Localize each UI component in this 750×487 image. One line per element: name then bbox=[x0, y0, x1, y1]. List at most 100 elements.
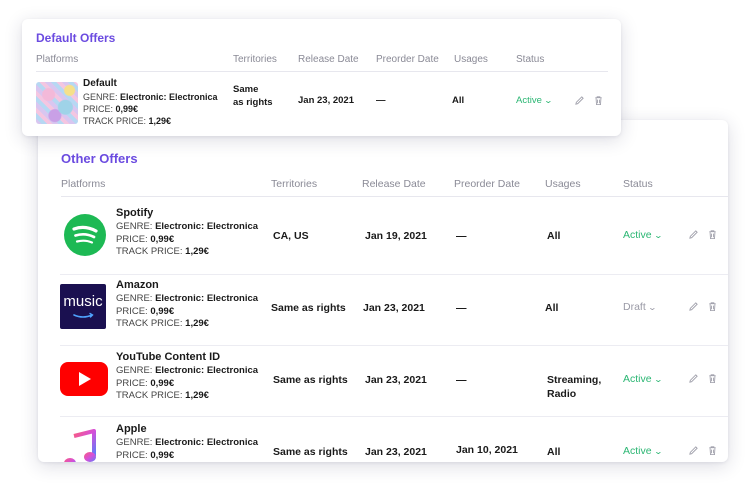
track-price-value: 1,29€ bbox=[185, 246, 209, 258]
trash-icon[interactable] bbox=[707, 373, 718, 384]
header-platforms: Platforms bbox=[61, 178, 106, 190]
chevron-down-icon: ⌄ bbox=[543, 96, 553, 105]
usages: All bbox=[547, 229, 560, 243]
usages: Streaming, Radio bbox=[547, 373, 601, 401]
trash-icon[interactable] bbox=[707, 229, 718, 240]
edit-icon[interactable] bbox=[688, 373, 699, 384]
apple-music-icon bbox=[64, 428, 100, 462]
header-status: Status bbox=[516, 54, 545, 65]
status-dropdown[interactable]: Active ⌄ bbox=[623, 445, 663, 457]
default-preorder-date: — bbox=[376, 95, 386, 106]
status-dropdown[interactable]: Draft ⌄ bbox=[623, 301, 657, 313]
default-usages: All bbox=[452, 95, 465, 106]
track-price-label: TRACK PRICE: bbox=[116, 318, 183, 330]
territories: CA, US bbox=[273, 230, 309, 242]
usages-line1: Streaming, bbox=[547, 374, 602, 386]
price-value: 0,99€ bbox=[150, 233, 175, 245]
genre-value: Electronic: Electronica bbox=[155, 364, 259, 376]
status-label: Active bbox=[623, 229, 652, 241]
row-actions bbox=[688, 445, 718, 456]
genre-label: GENRE: bbox=[116, 436, 153, 448]
price-value: 0,99€ bbox=[150, 305, 175, 317]
usages: All bbox=[545, 301, 558, 315]
release-artwork bbox=[36, 82, 78, 124]
territories: Same as rights bbox=[273, 446, 348, 458]
chevron-down-icon: ⌄ bbox=[647, 302, 657, 312]
price-label: PRICE: bbox=[116, 377, 148, 389]
genre-label: GENRE: bbox=[83, 91, 118, 102]
header-usages: Usages bbox=[454, 54, 488, 65]
header-release-date: Release Date bbox=[298, 54, 359, 65]
row-divider bbox=[60, 274, 728, 275]
default-offer-name: Default bbox=[83, 78, 117, 89]
price-label: PRICE: bbox=[83, 103, 114, 114]
genre-value: Electronic: Electronica bbox=[155, 436, 259, 448]
default-offer-details: Default GENRE: Electronic: Electronica P… bbox=[83, 77, 218, 127]
default-release-date: Jan 23, 2021 bbox=[298, 95, 354, 106]
preorder-date: — bbox=[456, 374, 467, 386]
price-value: 0,99€ bbox=[150, 449, 175, 461]
other-offers-card: Other Offers Platforms Territories Relea… bbox=[38, 120, 728, 462]
offer-details-spotify: Spotify GENRE: Electronic: Electronica P… bbox=[116, 206, 258, 259]
price-value: 0,99€ bbox=[115, 103, 139, 114]
release-date: Jan 19, 2021 bbox=[365, 230, 427, 242]
youtube-icon bbox=[60, 362, 108, 396]
header-preorder-date: Preorder Date bbox=[454, 178, 520, 190]
row-divider bbox=[60, 416, 728, 417]
platform-name: Spotify bbox=[116, 207, 154, 219]
price-value: 0,99€ bbox=[150, 377, 175, 389]
genre-value: Electronic: Electronica bbox=[120, 91, 218, 102]
status-label: Draft bbox=[623, 301, 646, 313]
price-label: PRICE: bbox=[116, 233, 148, 245]
other-offers-title: Other Offers bbox=[61, 151, 138, 166]
chevron-down-icon: ⌄ bbox=[653, 230, 663, 240]
edit-icon[interactable] bbox=[688, 229, 699, 240]
trash-icon[interactable] bbox=[593, 95, 604, 106]
status-dropdown[interactable]: Active ⌄ bbox=[623, 229, 663, 241]
track-price-label: TRACK PRICE: bbox=[83, 115, 147, 126]
price-label: PRICE: bbox=[116, 305, 148, 317]
status-label: Active bbox=[516, 95, 542, 106]
genre-label: GENRE: bbox=[116, 292, 153, 304]
default-row-actions bbox=[574, 95, 604, 106]
track-price-label: TRACK PRICE: bbox=[116, 246, 183, 258]
genre-value: Electronic: Electronica bbox=[155, 292, 259, 304]
header-release-date: Release Date bbox=[362, 178, 426, 190]
platform-name: Amazon bbox=[116, 279, 159, 291]
edit-icon[interactable] bbox=[688, 445, 699, 456]
release-date: Jan 23, 2021 bbox=[365, 446, 427, 458]
status-dropdown[interactable]: Active ⌄ bbox=[623, 373, 663, 385]
platform-name: Apple bbox=[116, 423, 147, 435]
amazon-music-icon: music bbox=[60, 284, 106, 329]
default-offers-card: Default Offers Platforms Territories Rel… bbox=[22, 19, 621, 136]
territories: Same as rights bbox=[271, 302, 346, 314]
header-territories: Territories bbox=[233, 54, 277, 65]
usages-line1: All bbox=[547, 446, 561, 458]
row-divider bbox=[60, 345, 728, 346]
header-territories: Territories bbox=[271, 178, 318, 190]
release-date: Jan 23, 2021 bbox=[365, 374, 427, 386]
header-divider bbox=[36, 71, 608, 72]
trash-icon[interactable] bbox=[707, 445, 718, 456]
header-divider bbox=[61, 196, 728, 197]
row-actions bbox=[688, 301, 718, 312]
default-offers-title: Default Offers bbox=[36, 31, 116, 45]
genre-value: Electronic: Electronica bbox=[155, 220, 259, 232]
territories: Same as rights bbox=[273, 374, 348, 386]
preorder-date: Jan 10, 2021 bbox=[456, 444, 518, 456]
genre-label: GENRE: bbox=[116, 364, 153, 376]
status-label: Active bbox=[623, 373, 652, 385]
default-status-dropdown[interactable]: Active ⌄ bbox=[516, 95, 553, 106]
offer-details-youtube: YouTube Content ID GENRE: Electronic: El… bbox=[116, 350, 258, 403]
genre-label: GENRE: bbox=[116, 220, 153, 232]
platform-name: YouTube Content ID bbox=[116, 351, 221, 363]
track-price-value: 1,29€ bbox=[148, 115, 172, 126]
usages: All bbox=[547, 445, 560, 459]
edit-icon[interactable] bbox=[688, 301, 699, 312]
header-preorder-date: Preorder Date bbox=[376, 54, 439, 65]
usages-line2: Radio bbox=[547, 388, 577, 401]
edit-icon[interactable] bbox=[574, 95, 585, 106]
header-usages: Usages bbox=[545, 178, 581, 190]
track-price-label: TRACK PRICE: bbox=[116, 390, 183, 402]
trash-icon[interactable] bbox=[707, 301, 718, 312]
